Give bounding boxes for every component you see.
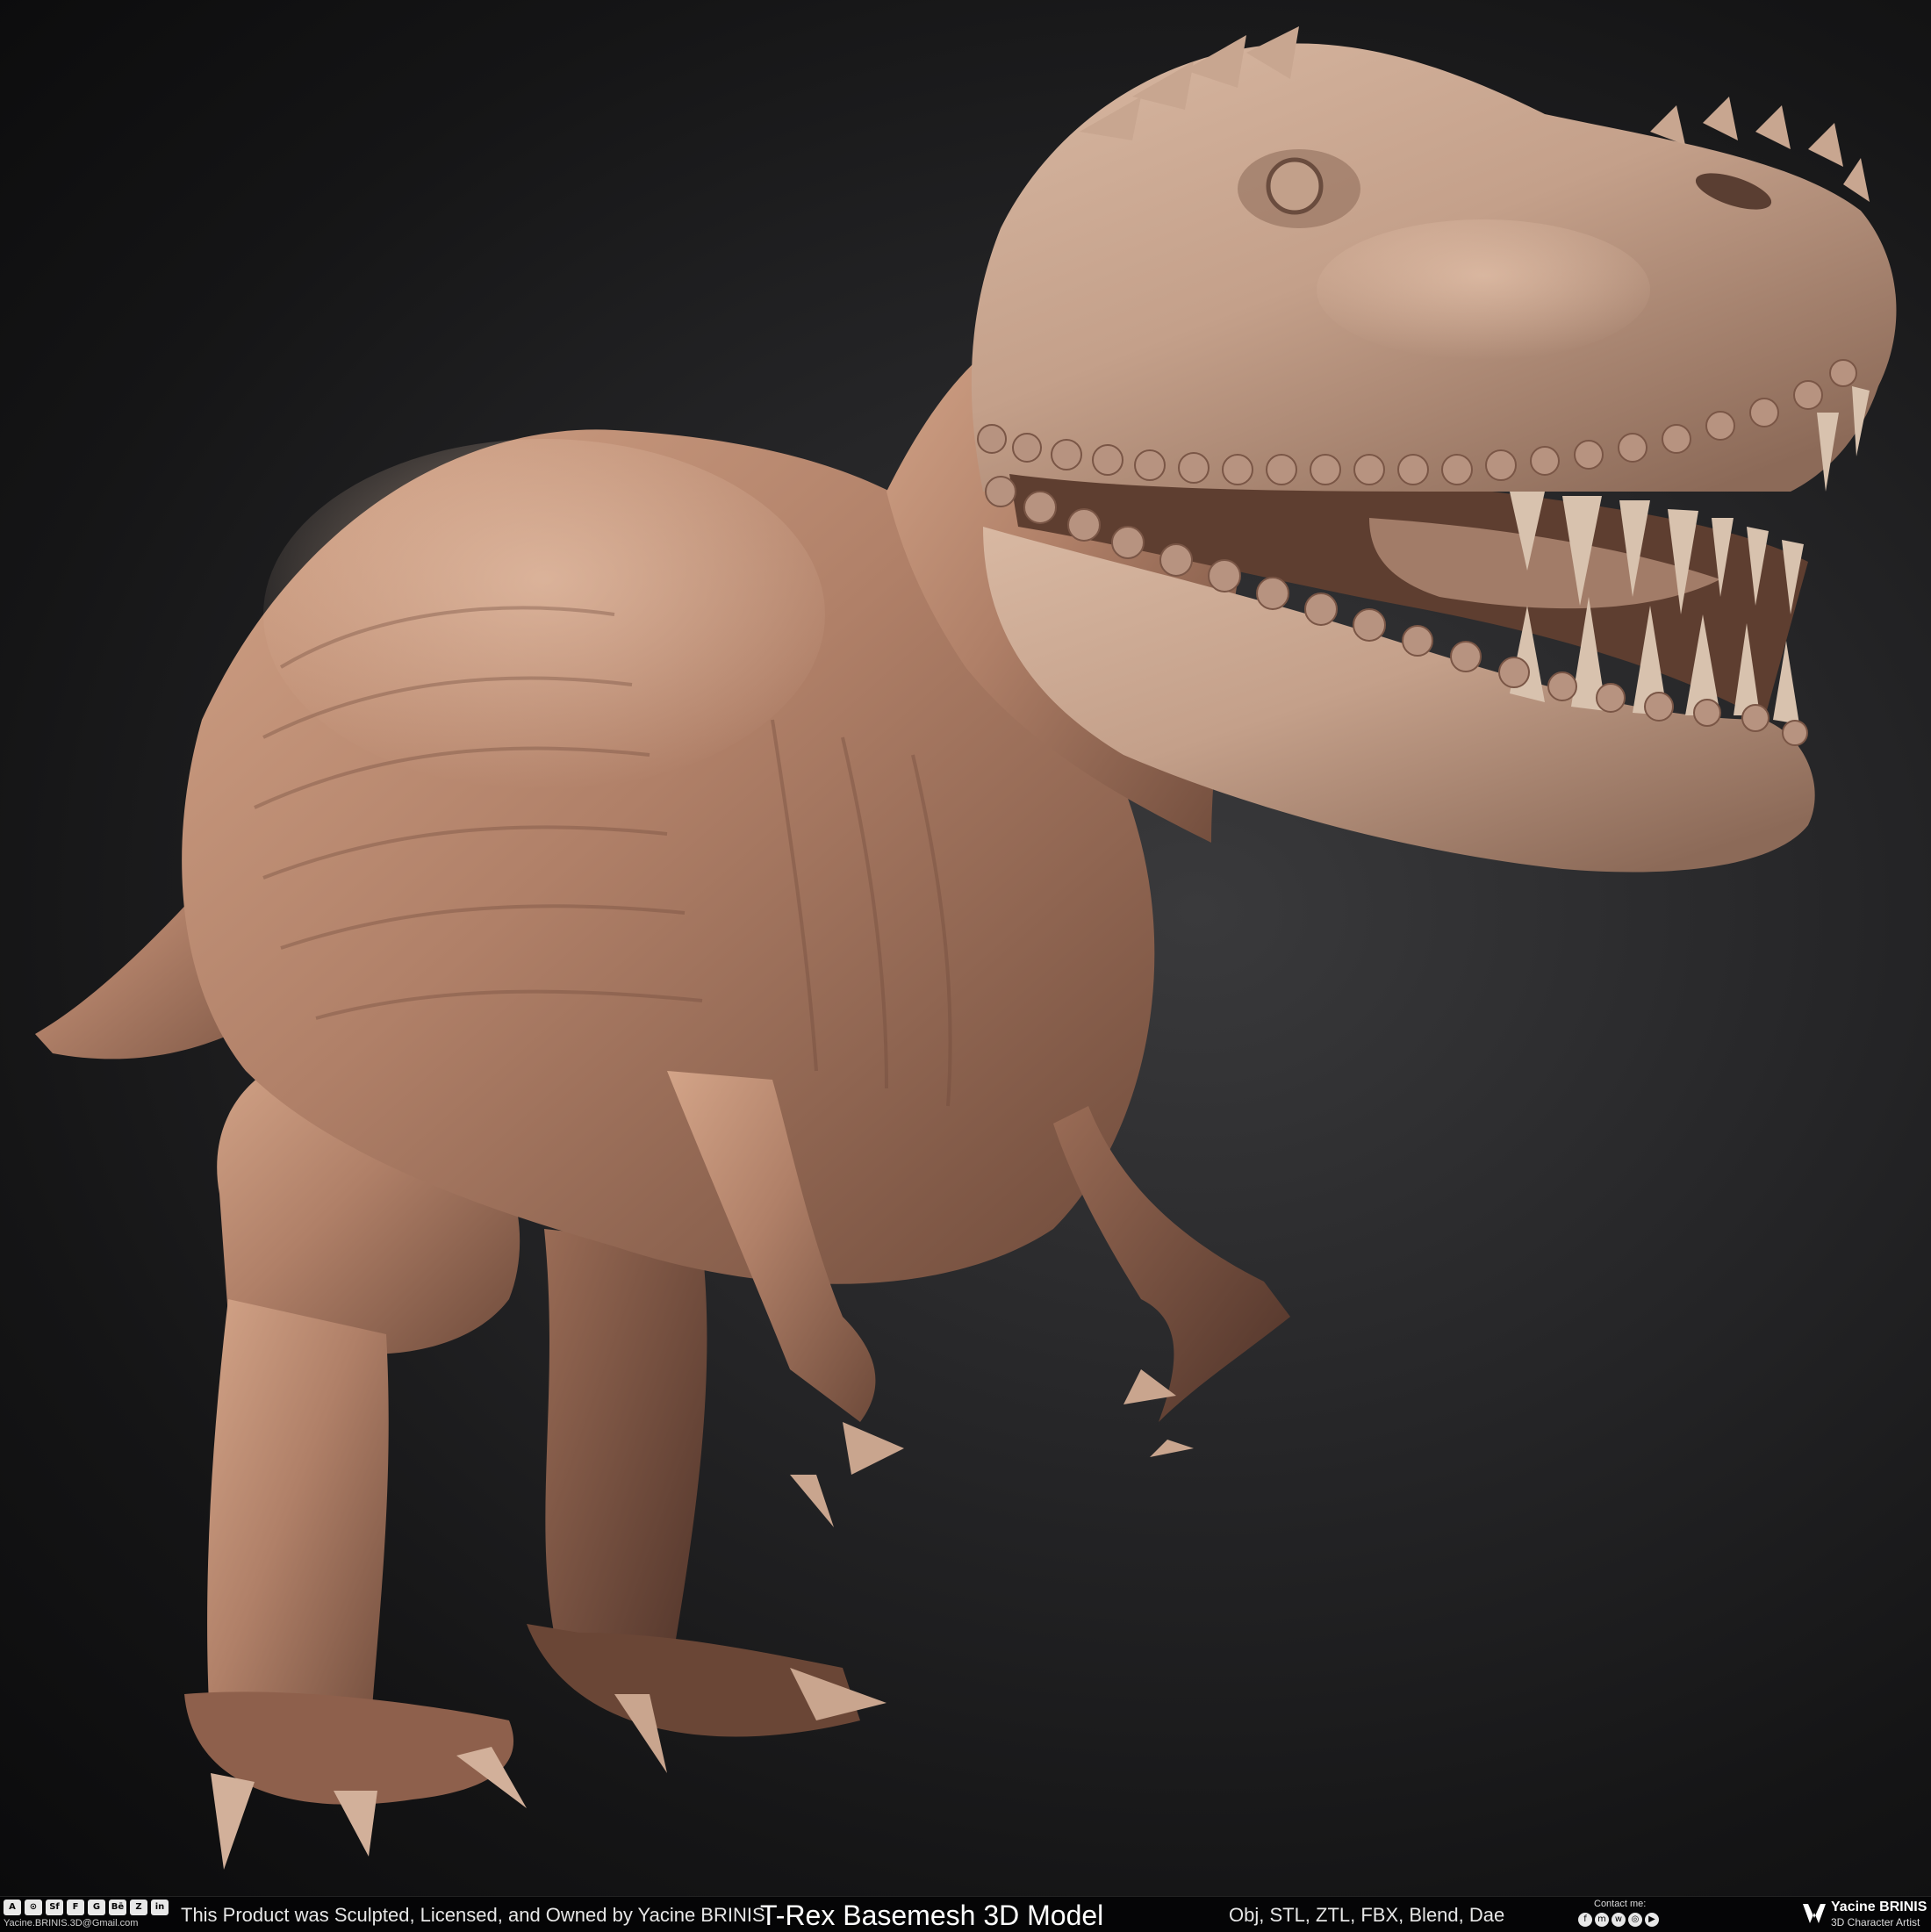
whatsapp-icon[interactable]: w bbox=[1612, 1913, 1626, 1927]
linkedin-icon[interactable]: in bbox=[151, 1900, 169, 1915]
social-icons: A ⊙ Sf F G Bē Zin bbox=[4, 1900, 169, 1915]
torso-highlight bbox=[263, 439, 825, 790]
contact-icons: f m w ◎ ▶ bbox=[1578, 1913, 1659, 1927]
near-leg bbox=[207, 1299, 389, 1756]
near-hand-claw bbox=[790, 1475, 834, 1527]
far-arm bbox=[1053, 1106, 1290, 1422]
youtube-icon[interactable]: ▶ bbox=[1645, 1913, 1659, 1927]
head-highlight bbox=[1317, 219, 1650, 360]
credit-text: This Product was Sculpted, Licensed, and… bbox=[181, 1904, 765, 1926]
facebook-icon[interactable]: f bbox=[1578, 1913, 1592, 1927]
artstation-icon[interactable]: A bbox=[4, 1900, 21, 1915]
trex-sculpt bbox=[35, 26, 1897, 1870]
eye bbox=[1266, 157, 1324, 215]
far-leg bbox=[544, 1229, 707, 1694]
brand-logo-icon bbox=[1803, 1904, 1826, 1923]
behance-icon[interactable]: Bē bbox=[109, 1900, 126, 1915]
product-title: T-Rex Basemesh 3D Model bbox=[760, 1900, 1104, 1931]
brand-name: Yacine BRINIS bbox=[1831, 1900, 1927, 1914]
render-viewport bbox=[0, 0, 1931, 1896]
instagram-icon[interactable]: ◎ bbox=[1628, 1913, 1642, 1927]
near-hand-claw bbox=[843, 1422, 904, 1475]
brand-role: 3D Character Artist bbox=[1831, 1916, 1920, 1928]
messenger-icon[interactable]: m bbox=[1595, 1913, 1609, 1927]
near-claw bbox=[334, 1791, 377, 1857]
email-address: Yacine.BRINIS.3D@Gmail.com bbox=[4, 1918, 139, 1928]
sketchfab-icon[interactable]: Sf bbox=[46, 1900, 63, 1915]
footer-bar: A ⊙ Sf F G Bē Zin Yacine.BRINIS.3D@Gmail.com T… bbox=[0, 1896, 1931, 1932]
file-formats: Obj, STL, ZTL, FBX, Blend, Dae bbox=[1229, 1904, 1505, 1926]
gumroad-icon[interactable]: G bbox=[88, 1900, 105, 1915]
unreal-icon[interactable]: Z bbox=[130, 1900, 147, 1915]
cults-icon[interactable]: F bbox=[67, 1900, 84, 1915]
contact-label: Contact me: bbox=[1594, 1899, 1647, 1909]
near-claw bbox=[211, 1773, 255, 1870]
cgtrader-icon[interactable]: ⊙ bbox=[25, 1900, 42, 1915]
far-hand-claw bbox=[1150, 1440, 1194, 1457]
